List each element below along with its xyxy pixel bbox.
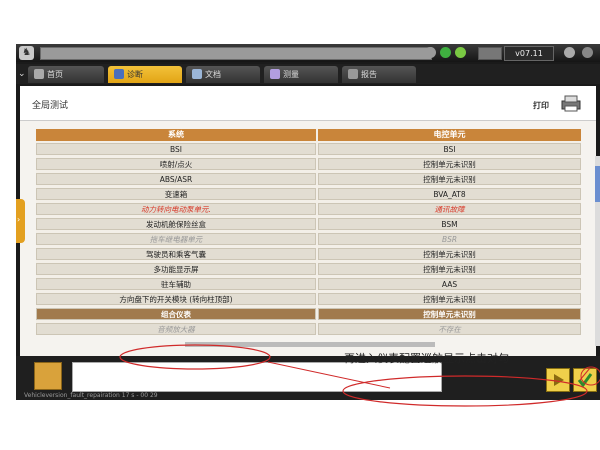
annotation-text: 再进入仪表配置巡航显示点击对勾 (344, 352, 509, 365)
annotation-overlay (119, 344, 600, 407)
annotation-ellipse-row (119, 344, 271, 370)
annotation-ellipse-text (342, 375, 588, 407)
